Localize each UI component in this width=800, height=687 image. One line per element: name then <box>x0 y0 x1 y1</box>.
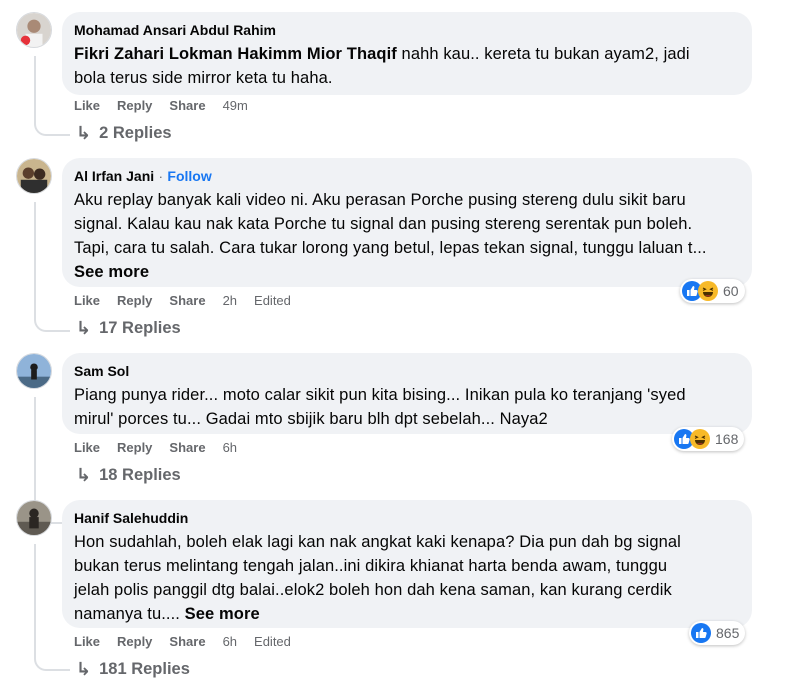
replies-count: 181 Replies <box>99 660 190 678</box>
reply-arrow-icon: ↳ <box>76 123 92 143</box>
comment-bubble: Sam Sol Piang punya rider... moto calar … <box>62 353 752 434</box>
view-replies-button[interactable]: ↳ 18 Replies <box>76 465 181 486</box>
share-button[interactable]: Share <box>169 98 205 113</box>
reaction-count: 865 <box>716 625 740 641</box>
avatar[interactable] <box>16 500 52 536</box>
haha-icon <box>690 429 710 449</box>
comment-author[interactable]: Al Irfan Jani <box>74 167 154 185</box>
comment-actions: Like Reply Share 49m <box>74 98 265 113</box>
reply-button[interactable]: Reply <box>117 440 152 455</box>
avatar-image <box>17 354 51 388</box>
reaction-count: 60 <box>723 283 739 299</box>
dot-separator: · <box>158 169 163 184</box>
reaction-count: 168 <box>715 431 739 447</box>
replies-count: 2 Replies <box>99 124 172 142</box>
comment-actions: Like Reply Share 6h <box>74 440 254 455</box>
comment-text: Piang punya rider... moto calar sikit pu… <box>74 386 686 428</box>
like-button[interactable]: Like <box>74 293 100 308</box>
avatar[interactable] <box>16 353 52 389</box>
reply-button[interactable]: Reply <box>117 293 152 308</box>
comment-author[interactable]: Mohamad Ansari Abdul Rahim <box>74 21 276 39</box>
view-replies-button[interactable]: ↳ 2 Replies <box>76 123 172 144</box>
share-button[interactable]: Share <box>169 440 205 455</box>
reply-arrow-icon: ↳ <box>76 659 92 679</box>
comment-actions: Like Reply Share 6h Edited <box>74 634 308 649</box>
reply-button[interactable]: Reply <box>117 98 152 113</box>
reply-arrow-icon: ↳ <box>76 318 92 338</box>
see-more-button[interactable]: See more <box>185 605 260 623</box>
replies-count: 18 Replies <box>99 466 181 484</box>
avatar[interactable] <box>16 12 52 48</box>
avatar[interactable] <box>16 158 52 194</box>
edited-label: Edited <box>254 293 291 308</box>
reply-button[interactable]: Reply <box>117 634 152 649</box>
reactions-summary[interactable]: 168 <box>672 427 745 451</box>
edited-label: Edited <box>254 634 291 649</box>
like-button[interactable]: Like <box>74 634 100 649</box>
follow-button[interactable]: Follow <box>167 168 211 184</box>
comment-timestamp[interactable]: 49m <box>223 98 248 113</box>
avatar-image <box>17 13 51 47</box>
comment-text: Fikri Zahari Lokman Hakimm Mior Thaqif n… <box>74 45 690 87</box>
comment-bubble: Hanif Salehuddin Hon sudahlah, boleh ela… <box>62 500 752 628</box>
like-button[interactable]: Like <box>74 440 100 455</box>
avatar-image <box>17 501 51 535</box>
haha-icon <box>698 281 718 301</box>
mention-link[interactable]: Fikri Zahari Lokman Hakimm Mior Thaqif <box>74 45 397 63</box>
see-more-button[interactable]: See more <box>74 263 149 281</box>
comment-text: Hon sudahlah, boleh elak lagi kan nak an… <box>74 533 681 623</box>
comment-timestamp[interactable]: 6h <box>223 440 237 455</box>
view-replies-button[interactable]: ↳ 181 Replies <box>76 659 190 680</box>
comment-bubble: Mohamad Ansari Abdul Rahim Fikri Zahari … <box>62 12 752 95</box>
comment-timestamp[interactable]: 2h <box>223 293 237 308</box>
like-icon <box>691 623 711 643</box>
comment-author[interactable]: Hanif Salehuddin <box>74 509 188 527</box>
like-button[interactable]: Like <box>74 98 100 113</box>
comment-bubble: Al Irfan Jani · Follow Aku replay banyak… <box>62 158 752 287</box>
view-replies-button[interactable]: ↳ 17 Replies <box>76 318 181 339</box>
replies-count: 17 Replies <box>99 319 181 337</box>
reactions-summary[interactable]: 865 <box>689 621 746 645</box>
comment-actions: Like Reply Share 2h Edited <box>74 293 308 308</box>
share-button[interactable]: Share <box>169 634 205 649</box>
comment-text: Aku replay banyak kali video ni. Aku per… <box>74 191 707 281</box>
comment-timestamp[interactable]: 6h <box>223 634 237 649</box>
reactions-summary[interactable]: 60 <box>680 279 745 303</box>
comment-author[interactable]: Sam Sol <box>74 362 129 380</box>
reply-arrow-icon: ↳ <box>76 465 92 485</box>
share-button[interactable]: Share <box>169 293 205 308</box>
avatar-image <box>17 159 51 193</box>
